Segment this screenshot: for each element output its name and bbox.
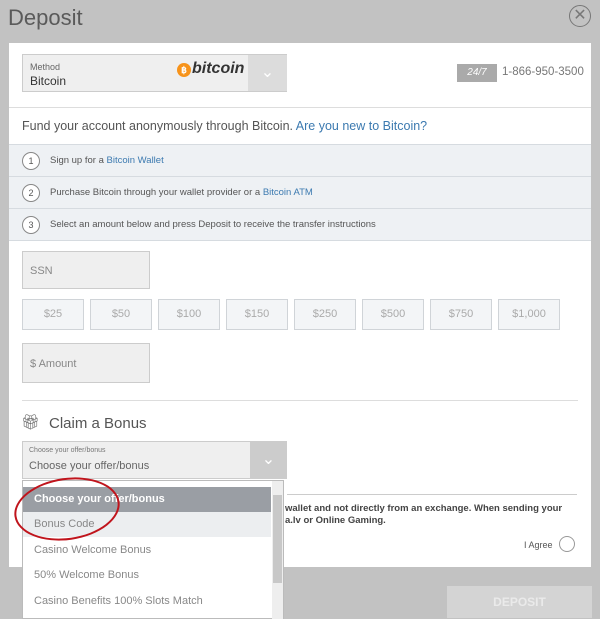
bitcoin-logo: bitcoin [192,60,245,77]
option-casino-benefits[interactable]: Casino Benefits 100% Slots Match [23,589,271,614]
bonus-heading: Claim a Bonus [49,415,147,432]
method-value: Bitcoin [30,74,67,88]
dialog-title: Deposit [8,5,83,30]
close-icon[interactable]: ✕ [569,5,591,27]
amount-input[interactable]: $ Amount [22,343,150,383]
step-2: 2 Purchase Bitcoin through your wallet pr… [9,176,591,208]
amount-25-button[interactable]: $25 [22,299,84,330]
new-to-bitcoin-link[interactable]: Are you new to Bitcoin? [296,119,427,133]
method-select[interactable]: Method Bitcoin ฿ bitcoin ⌄ [22,54,287,92]
bonus-select[interactable]: Choose your offer/bonus Choose your offe… [22,441,287,479]
bonus-select-label: Choose your offer/bonus [29,447,106,454]
support-phone[interactable]: 1-866-950-3500 [502,66,584,78]
bonus-select-value: Choose your offer/bonus [29,460,150,472]
amount-50-button[interactable]: $50 [90,299,152,330]
step-text: Sign up for a [50,155,104,166]
chevron-down-icon[interactable]: ⌄ [250,442,287,478]
agree-label: I Agree [524,540,553,550]
amount-150-button[interactable]: $150 [226,299,288,330]
amount-750-button[interactable]: $750 [430,299,492,330]
bitcoin-logo-icon: ฿ [177,63,191,77]
step-text: Select an amount below and press Deposit… [50,219,376,230]
step-number: 2 [22,183,40,202]
step-3: 3 Select an amount below and press Deposi… [9,208,591,241]
notice-line-1: wallet and not directly from an exchange… [285,503,563,514]
step-number: 3 [22,215,40,234]
intro-text: Fund your account anonymously through Bi… [22,119,427,133]
step-text: Purchase Bitcoin through your wallet pro… [50,187,261,198]
amount-500-button[interactable]: $500 [362,299,424,330]
amount-250-button[interactable]: $250 [294,299,356,330]
chevron-down-icon[interactable]: ⌄ [248,55,287,91]
ssn-input[interactable]: SSN [22,251,150,289]
step-1: 1 Sign up for a Bitcoin Wallet [9,144,591,176]
amount-100-button[interactable]: $100 [158,299,220,330]
option-casino-welcome[interactable]: Casino Welcome Bonus [23,538,271,563]
option-50-welcome[interactable]: 50% Welcome Bonus [23,563,271,588]
scrollbar-thumb[interactable] [273,495,282,583]
step-number: 1 [22,151,40,170]
gift-icon: 🎁︎ [21,414,41,431]
notice-text: wallet and not directly from an exchange… [285,503,562,527]
deposit-button[interactable]: DEPOSIT [447,586,592,618]
amount-1000-button[interactable]: $1,000 [498,299,560,330]
agree-radio[interactable] [559,536,575,552]
intro-label: Fund your account anonymously through Bi… [22,119,293,133]
bitcoin-atm-link[interactable]: Bitcoin ATM [263,187,313,198]
method-label: Method [30,62,61,72]
support-badge: 24/7 [457,64,497,82]
notice-line-2: a.lv or Online Gaming. [285,515,386,526]
bitcoin-wallet-link[interactable]: Bitcoin Wallet [107,155,164,166]
